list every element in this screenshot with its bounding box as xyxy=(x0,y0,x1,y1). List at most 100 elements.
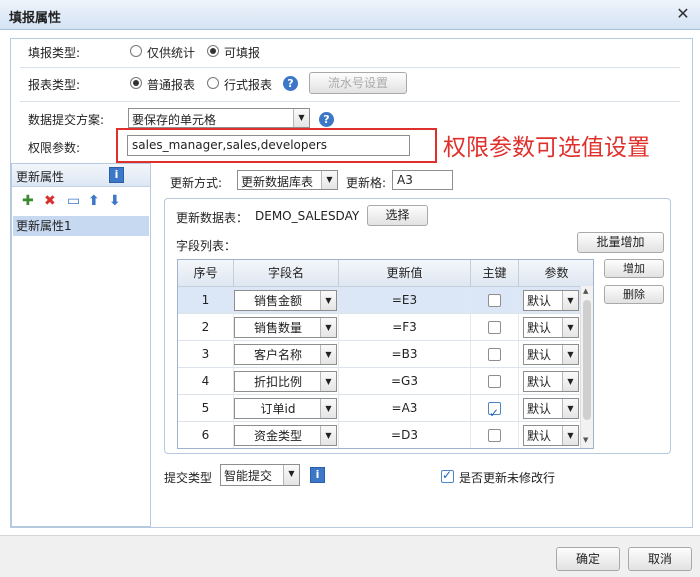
submit-scheme-label: 数据提交方案: xyxy=(28,113,105,127)
radio-stat-only[interactable] xyxy=(130,45,142,57)
submit-type-select[interactable]: 智能提交 ▼ xyxy=(220,464,300,486)
param-select[interactable]: 默认 ▼ xyxy=(523,317,579,338)
primary-key-checkbox[interactable] xyxy=(488,429,501,442)
param-select[interactable]: 默认 ▼ xyxy=(523,425,579,446)
param-select[interactable]: 默认 ▼ xyxy=(523,398,579,419)
select-table-button[interactable]: 选择 xyxy=(367,205,428,226)
param-cell: 默认 ▼ xyxy=(519,368,583,395)
field-name-value: 订单id xyxy=(260,402,296,416)
close-icon[interactable]: ✕ xyxy=(674,5,692,23)
annotation-text: 权限参数可选值设置 xyxy=(443,135,650,161)
row-number: 5 xyxy=(178,395,234,422)
param-cell: 默认 ▼ xyxy=(519,341,583,368)
column-header-key[interactable]: 主键 xyxy=(471,260,519,287)
scroll-up-icon[interactable]: ▲ xyxy=(583,287,588,295)
primary-key-cell xyxy=(471,287,519,314)
help-icon[interactable]: ? xyxy=(283,76,298,91)
ok-button[interactable]: 确定 xyxy=(556,547,620,571)
param-value: 默认 xyxy=(527,429,552,443)
batch-add-button[interactable]: 批量增加 xyxy=(577,232,664,253)
delete-icon[interactable]: ✖ xyxy=(44,193,56,209)
update-unmodified-label: 是否更新未修改行 xyxy=(459,471,556,485)
param-select[interactable]: 默认 ▼ xyxy=(523,290,579,311)
primary-key-checkbox[interactable] xyxy=(488,400,501,427)
table-row[interactable]: 5订单id▼=A3 默认▼ xyxy=(178,395,583,427)
row-number: 1 xyxy=(178,287,234,314)
table-row[interactable]: 2 销售数量 ▼ =F3 默认 ▼ xyxy=(178,314,583,341)
radio-fillable[interactable] xyxy=(207,45,219,57)
field-name-select[interactable]: 客户名称 ▼ xyxy=(234,344,337,365)
field-name-select[interactable]: 折扣比例 ▼ xyxy=(234,371,337,392)
scroll-down-icon[interactable]: ▼ xyxy=(583,436,588,444)
dialog-title: 填报属性 xyxy=(9,11,62,26)
info-icon[interactable]: i xyxy=(109,167,124,183)
grid-scrollbar[interactable]: ▲ ▼ xyxy=(580,286,593,448)
param-value: 默认 xyxy=(527,294,552,308)
update-mode-value: 更新数据库表 xyxy=(241,175,314,189)
rename-icon[interactable]: ▭ xyxy=(67,193,80,209)
info-icon[interactable]: i xyxy=(310,467,325,483)
update-unmodified-checkbox[interactable] xyxy=(441,468,454,483)
update-properties-title: 更新属性 xyxy=(16,170,65,184)
help-icon[interactable]: ? xyxy=(319,112,334,127)
list-item[interactable]: 更新属性1 xyxy=(13,216,149,236)
add-field-button[interactable]: 增加 xyxy=(604,259,664,278)
param-cell: 默认 ▼ xyxy=(519,287,583,314)
field-name-select[interactable]: 订单id ▼ xyxy=(234,398,337,419)
param-cell: 默认 ▼ xyxy=(519,422,583,448)
column-header-value[interactable]: 更新值 xyxy=(339,260,471,287)
chevron-down-icon: ▼ xyxy=(320,345,336,364)
table-row[interactable]: 1 销售金额 ▼ =E3 默认 ▼ xyxy=(178,287,583,314)
update-value-cell[interactable]: =E3 xyxy=(339,287,471,314)
row-number: 6 xyxy=(178,422,234,448)
primary-key-checkbox[interactable] xyxy=(488,294,501,307)
update-cell-input[interactable]: A3 xyxy=(392,170,453,190)
primary-key-checkbox[interactable] xyxy=(488,321,501,334)
param-cell: 默认 ▼ xyxy=(519,395,583,422)
submit-scheme-select[interactable]: 要保存的单元格 ▼ xyxy=(128,108,310,128)
delete-field-button[interactable]: 删除 xyxy=(604,285,664,304)
column-header-param[interactable]: 参数 xyxy=(519,260,593,287)
arrow-down-icon[interactable]: ⬇ xyxy=(109,193,121,209)
param-select[interactable]: 默认 ▼ xyxy=(523,344,579,365)
radio-normal-report-label: 普通报表 xyxy=(147,78,196,92)
update-value-cell[interactable]: =A3 xyxy=(339,395,471,422)
cancel-button[interactable]: 取消 xyxy=(628,547,692,571)
chevron-down-icon: ▼ xyxy=(562,291,578,310)
update-value-cell[interactable]: =D3 xyxy=(339,422,471,448)
table-row[interactable]: 4 折扣比例 ▼ =G3 默认 ▼ xyxy=(178,368,583,395)
field-name-cell: 客户名称 ▼ xyxy=(234,341,339,368)
field-name-cell: 订单id ▼ xyxy=(234,395,339,422)
update-value-cell[interactable]: =G3 xyxy=(339,368,471,395)
update-value-cell[interactable]: =B3 xyxy=(339,341,471,368)
primary-key-checkbox[interactable] xyxy=(488,375,501,388)
field-name-select[interactable]: 销售数量 ▼ xyxy=(234,317,337,338)
submit-scheme-value: 要保存的单元格 xyxy=(132,113,217,127)
update-properties-panel: 更新属性 i ✚ ✖ ▭ ⬆ ⬇ 更新属性1 xyxy=(11,163,151,527)
serial-number-button[interactable]: 流水号设置 xyxy=(309,72,407,94)
primary-key-checkbox[interactable] xyxy=(488,348,501,361)
table-row[interactable]: 3 客户名称 ▼ =B3 默认 ▼ xyxy=(178,341,583,368)
update-mode-select[interactable]: 更新数据库表 ▼ xyxy=(237,170,338,190)
field-list-label: 字段列表： xyxy=(176,239,237,253)
field-name-select[interactable]: 销售金额 ▼ xyxy=(234,290,337,311)
update-value-cell[interactable]: =F3 xyxy=(339,314,471,341)
table-row[interactable]: 6 资金类型 ▼ =D3 默认 ▼ xyxy=(178,422,583,448)
primary-key-cell xyxy=(471,368,519,395)
field-name-select[interactable]: 资金类型 ▼ xyxy=(234,425,337,446)
primary-key-cell xyxy=(471,341,519,368)
radio-normal-report[interactable] xyxy=(130,77,142,89)
chevron-down-icon: ▼ xyxy=(320,291,336,310)
scrollbar-thumb[interactable] xyxy=(583,300,591,420)
param-select[interactable]: 默认 ▼ xyxy=(523,371,579,392)
field-name-cell: 销售金额 ▼ xyxy=(234,287,339,314)
radio-row-report[interactable] xyxy=(207,77,219,89)
add-icon[interactable]: ✚ xyxy=(22,193,34,209)
radio-row-report-label: 行式报表 xyxy=(224,78,273,92)
column-header-field[interactable]: 字段名 xyxy=(234,260,339,287)
arrow-up-icon[interactable]: ⬆ xyxy=(88,193,100,209)
update-properties-header: 更新属性 i xyxy=(12,164,150,187)
field-name-value: 资金类型 xyxy=(253,429,302,443)
update-cell-label: 更新格: xyxy=(346,176,387,190)
column-header-no[interactable]: 序号 xyxy=(178,260,234,287)
